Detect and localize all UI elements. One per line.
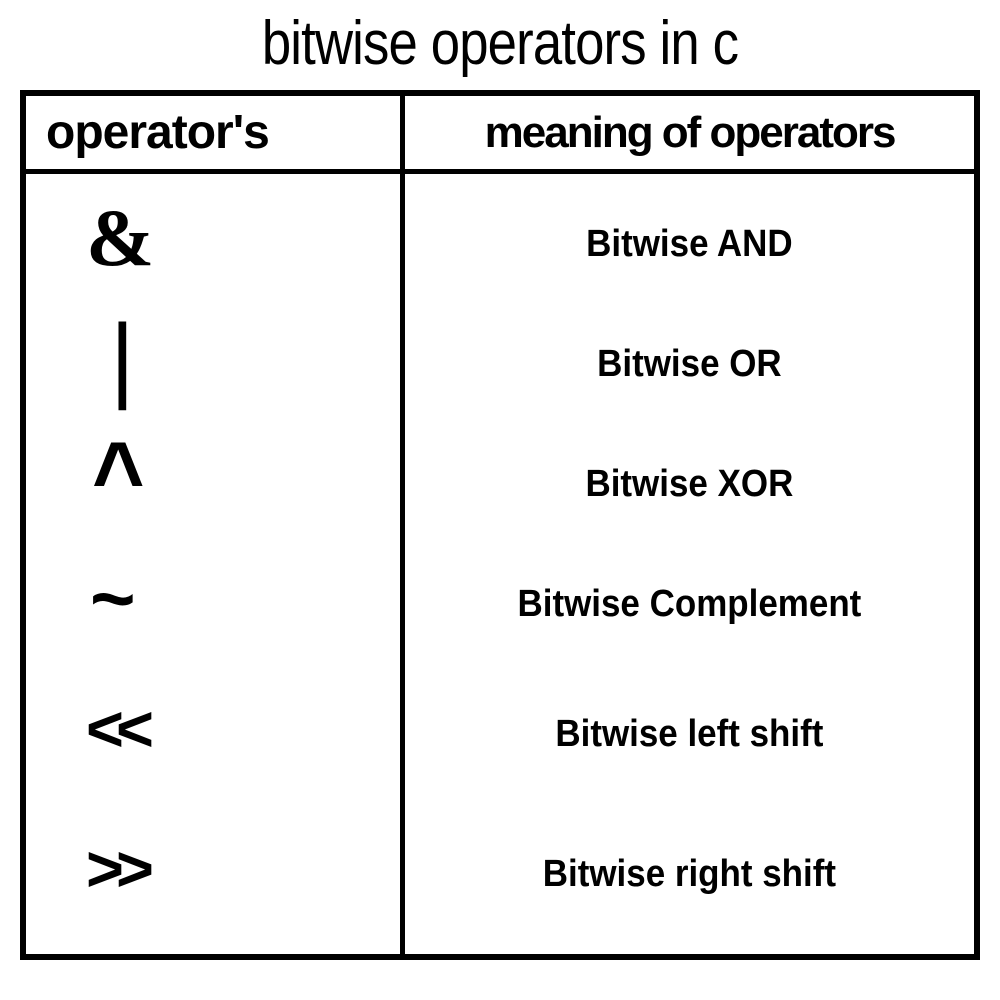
header-meaning: meaning of operators bbox=[405, 96, 974, 169]
meaning-xor: Bitwise XOR bbox=[428, 424, 951, 544]
op-xor: ^ bbox=[86, 412, 400, 544]
header-operators: operator's bbox=[26, 96, 405, 169]
op-and: & bbox=[86, 178, 400, 298]
operators-table: operator's meaning of operators & | ^ ~ … bbox=[20, 90, 980, 960]
operators-column: & | ^ ~ << >> bbox=[26, 174, 405, 954]
op-complement: ~ bbox=[86, 538, 400, 658]
op-or: | bbox=[86, 298, 400, 418]
meanings-column: Bitwise AND Bitwise OR Bitwise XOR Bitwi… bbox=[405, 174, 974, 954]
meaning-and: Bitwise AND bbox=[428, 184, 951, 304]
table-body: & | ^ ~ << >> Bitwise AND Bitwise OR Bit… bbox=[26, 174, 974, 954]
page-title: bitwise operators in c bbox=[75, 0, 925, 79]
op-right-shift: >> bbox=[86, 798, 400, 938]
meaning-complement: Bitwise Complement bbox=[428, 544, 951, 664]
table-header: operator's meaning of operators bbox=[26, 96, 974, 174]
op-left-shift: << bbox=[86, 658, 400, 798]
meaning-or: Bitwise OR bbox=[428, 304, 951, 424]
meaning-left-shift: Bitwise left shift bbox=[428, 664, 951, 804]
meaning-right-shift: Bitwise right shift bbox=[428, 804, 951, 944]
